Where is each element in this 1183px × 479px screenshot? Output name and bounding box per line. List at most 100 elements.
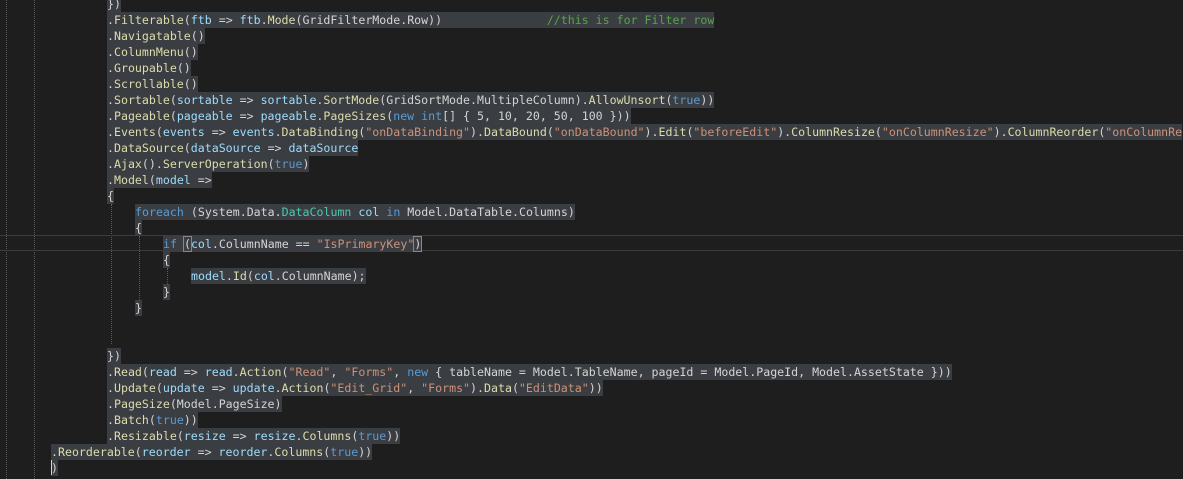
code-line[interactable]: if (col.ColumnName == "IsPrimaryKey") bbox=[163, 236, 423, 252]
code-token: . bbox=[260, 13, 268, 27]
code-token: true bbox=[274, 157, 303, 171]
code-line[interactable]: .Resizable(resize => resize.Columns(true… bbox=[107, 428, 401, 444]
code-token: model bbox=[155, 173, 191, 187]
code-line[interactable]: .Model(model => bbox=[107, 172, 212, 188]
code-token: col bbox=[190, 237, 212, 251]
code-token: dataSource bbox=[288, 141, 359, 155]
code-token: (System.Data. bbox=[183, 205, 282, 219]
code-token: Events bbox=[113, 125, 156, 139]
code-token: Resizable bbox=[113, 429, 177, 443]
code-token: ( bbox=[141, 365, 149, 379]
code-line[interactable]: .Filterable(ftb => ftb.Mode(GridFilterMo… bbox=[107, 12, 715, 28]
code-line[interactable]: .Batch(true)) bbox=[107, 412, 198, 428]
code-token: ColumnReorder bbox=[1007, 125, 1099, 139]
code-token: . bbox=[107, 397, 114, 411]
code-token: Model.DataTable.Columns) bbox=[400, 205, 575, 219]
code-token: ( bbox=[546, 125, 554, 139]
code-token: "onColumnRe bbox=[1105, 125, 1183, 139]
code-token: () bbox=[183, 45, 198, 59]
code-token: events bbox=[162, 125, 205, 139]
code-token: => bbox=[232, 109, 261, 123]
code-line[interactable]: .Read(read => read.Action("Read", "Forms… bbox=[107, 364, 952, 380]
code-line[interactable]: .Pageable(pageable => pageable.PageSizes… bbox=[107, 108, 631, 124]
code-token: ( bbox=[155, 381, 163, 395]
code-token: ( bbox=[148, 413, 156, 427]
code-token: ( bbox=[169, 109, 177, 123]
code-token: ServerOperation bbox=[162, 157, 268, 171]
code-token: dataSource bbox=[190, 141, 261, 155]
code-line[interactable]: .Ajax().ServerOperation(true) bbox=[107, 156, 310, 172]
code-token: ColumnResize bbox=[791, 125, 875, 139]
code-token: . bbox=[107, 429, 114, 443]
code-line[interactable]: }) bbox=[107, 348, 121, 364]
code-line[interactable]: .Update(update => update.Action("Edit_Gr… bbox=[107, 380, 603, 396]
code-line[interactable]: .PageSize(Model.PageSize) bbox=[107, 396, 282, 412]
code-token: ). bbox=[777, 125, 792, 139]
code-token: . bbox=[107, 125, 114, 139]
code-line[interactable]: model.Id(col.ColumnName); bbox=[191, 268, 366, 284]
code-token: ). bbox=[993, 125, 1008, 139]
code-token: DataSource bbox=[113, 141, 184, 155]
code-line[interactable]: ) bbox=[51, 460, 58, 476]
code-token: "Forms" bbox=[344, 365, 394, 379]
code-token: Mode bbox=[267, 13, 296, 27]
code-token: Data bbox=[484, 381, 512, 395]
code-token: reorder bbox=[218, 445, 268, 459]
code-token: ). bbox=[644, 125, 659, 139]
code-token: read bbox=[148, 365, 177, 379]
code-token: resize bbox=[253, 429, 296, 443]
code-token: ( bbox=[169, 93, 177, 107]
code-token: . bbox=[107, 77, 114, 91]
code-token: model bbox=[191, 269, 226, 283]
code-token: . bbox=[107, 93, 114, 107]
code-token: "EditData" bbox=[518, 381, 589, 395]
code-token: "onColumnResize" bbox=[881, 125, 994, 139]
indent-guide bbox=[111, 204, 112, 344]
code-line[interactable]: } bbox=[135, 300, 142, 316]
code-token: if bbox=[163, 237, 177, 251]
code-token: "Forms" bbox=[421, 381, 471, 395]
code-line[interactable]: .Navigatable() bbox=[107, 28, 205, 44]
code-token: Reorderable bbox=[57, 445, 135, 459]
code-token: .ColumnName == bbox=[211, 237, 317, 251]
code-line[interactable]: foreach (System.Data.DataColumn col in M… bbox=[135, 204, 575, 220]
code-line[interactable]: }) bbox=[107, 0, 121, 12]
code-line[interactable]: .DataSource(dataSource => dataSource bbox=[107, 140, 359, 156]
code-token: DataBound bbox=[483, 125, 547, 139]
code-line[interactable]: .Groupable() bbox=[107, 60, 191, 76]
code-line[interactable]: .Reorderable(reorder => reorder.Columns(… bbox=[51, 444, 373, 460]
code-token: { tableName = Model.TableName, pageId = … bbox=[428, 365, 952, 379]
code-token: ( bbox=[183, 13, 191, 27]
code-line[interactable]: } bbox=[163, 284, 170, 300]
code-token: )) bbox=[588, 381, 603, 395]
code-token: Update bbox=[113, 381, 156, 395]
code-token: true bbox=[155, 413, 184, 427]
code-token: "Edit_Grid" bbox=[330, 381, 408, 395]
code-token: }) bbox=[107, 0, 121, 11]
code-token: . bbox=[107, 29, 114, 43]
code-token: Model bbox=[113, 173, 149, 187]
code-token: . bbox=[274, 125, 282, 139]
code-token: (). bbox=[141, 157, 163, 171]
code-token: col bbox=[358, 205, 380, 219]
code-token: AllowUnsort bbox=[588, 93, 666, 107]
code-line[interactable]: { bbox=[163, 252, 170, 268]
code-token: "Read" bbox=[288, 365, 331, 379]
code-line[interactable]: .Events(events => events.DataBinding("on… bbox=[107, 124, 1183, 140]
code-line[interactable]: { bbox=[107, 188, 114, 204]
code-token: Groupable bbox=[113, 61, 177, 75]
code-line[interactable]: .Scrollable() bbox=[107, 76, 198, 92]
code-editor[interactable]: }) .Filterable(ftb => ftb.Mode(GridFilter… bbox=[0, 0, 1183, 479]
code-token: ( bbox=[176, 429, 184, 443]
code-token: new bbox=[407, 365, 429, 379]
code-token: sortable bbox=[176, 93, 233, 107]
code-token: ( bbox=[134, 445, 142, 459]
code-line[interactable]: .ColumnMenu() bbox=[107, 44, 198, 60]
code-line[interactable]: .Sortable(sortable => sortable.SortMode(… bbox=[107, 92, 715, 108]
code-token: . bbox=[225, 269, 233, 283]
code-token: foreach bbox=[135, 205, 184, 219]
code-token: )) bbox=[700, 93, 715, 107]
code-line[interactable]: { bbox=[135, 220, 142, 236]
code-token: //this is for Filter row bbox=[546, 13, 715, 27]
